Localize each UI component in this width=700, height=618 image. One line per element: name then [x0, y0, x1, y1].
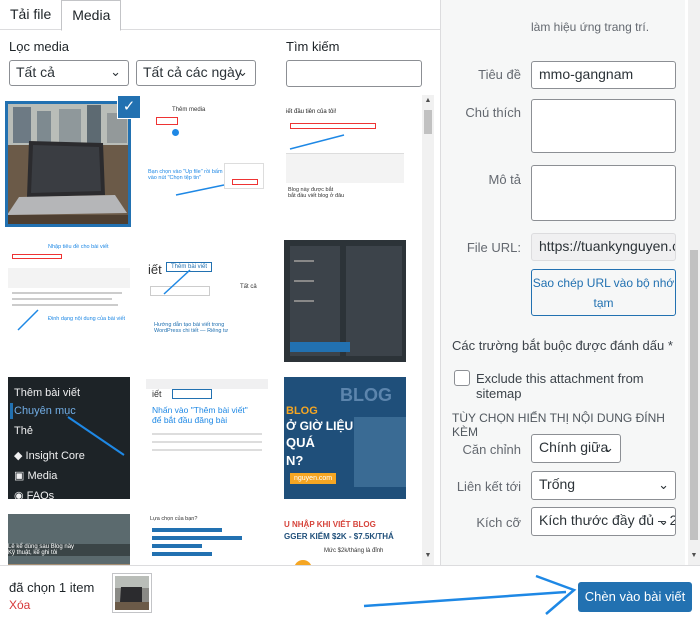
media-item-screenshot-add-post[interactable]: iết Nhấn vào "Thêm bài viết" để bắt đầu đ… [146, 377, 268, 499]
laptop-photo [7, 103, 129, 225]
media-item-screenshot-posts-list[interactable]: iết Thêm bài viết Tất cả Hướng dẫn tạo b… [146, 240, 268, 362]
description-field[interactable] [531, 165, 676, 221]
media-type-value: Tất cả [16, 64, 55, 80]
thumb-text: BLOG [340, 385, 392, 405]
thumb-text: Lê kể dùng sau Blog này Kỹ thuật, kể ghi … [8, 544, 130, 556]
arrow-icon [67, 416, 125, 456]
media-item-laptop-selected[interactable] [5, 101, 131, 227]
media-item-screenshot-new-post[interactable]: Nhập tiêu đề cho bài viết Đinh dạng nội … [8, 240, 130, 362]
alignment-select[interactable]: Chính giữa ⌄ [531, 434, 621, 463]
search-input[interactable] [286, 60, 422, 87]
media-item-screenshot-editor[interactable]: iết đầu tiên của tôi! Blog này được bắt b… [284, 103, 406, 225]
thumb-line [294, 260, 314, 262]
media-item-screenshot-admin-menu[interactable]: Thêm bài viết Chuyên mục Thẻ ◆ Insight C… [8, 377, 130, 499]
thumb-line [152, 449, 262, 451]
caption-label: Chú thích [465, 105, 521, 120]
thumb-text: Mức $2k/tháng là đỉnh [324, 548, 384, 554]
date-filter-value: Tất cả các ngày [143, 64, 242, 80]
media-grid: ✓ Thêm media Bạn chọn vào "Up file" rồi … [0, 95, 420, 565]
file-url-field[interactable]: https://tuankynguyen.com/wp-content/uplo… [531, 233, 676, 261]
media-modal-tabs: Tải file Media [0, 0, 440, 31]
size-label: Kích cỡ [476, 515, 521, 530]
arrow-icon [363, 574, 577, 615]
exclude-sitemap-checkbox[interactable] [454, 370, 470, 386]
search-label: Tìm kiếm [286, 39, 340, 54]
file-url-label: File URL: [466, 240, 521, 255]
alt-text-help: làm hiệu ứng trang trí. [531, 20, 650, 34]
thumb-line [152, 433, 262, 435]
required-fields-note: Các trường bắt buộc được đánh dấu * [452, 338, 673, 353]
alignment-value: Chính giữa [539, 439, 609, 455]
thumb-toolbar [146, 379, 268, 389]
thumb-bar [152, 528, 222, 532]
scroll-up-icon[interactable]: ▲ [422, 97, 434, 104]
thumb-text: GGER KIẾM $2K - $7.5K/THÁ [284, 532, 394, 541]
size-value: Kích thước đầy đủ – 2560 × 1707 [539, 512, 675, 528]
media-item-screenshot-post-settings[interactable] [284, 240, 406, 362]
thumb-line [294, 300, 314, 302]
link-to-value: Trống [539, 476, 576, 492]
exclude-sitemap-label: Exclude this attachment from sitemap [476, 371, 644, 401]
scroll-down-icon[interactable]: ▼ [422, 552, 434, 559]
chevron-down-icon: ⌄ [658, 513, 669, 528]
arrow-icon [163, 269, 191, 295]
size-select[interactable]: Kích thước đầy đủ – 2560 × 1707 ⌄ [531, 507, 676, 536]
thumb-text: QUÁ [286, 435, 315, 450]
tab-media-library[interactable]: Media [61, 0, 122, 31]
grid-scrollbar[interactable] [422, 95, 434, 565]
arrow-icon [175, 184, 225, 196]
media-item-screenshot-poll[interactable]: Lựa chọn của bạn? [146, 514, 268, 565]
description-label: Mô tả [488, 172, 521, 187]
chevron-down-icon: ⌄ [603, 440, 614, 455]
thumb-bar [152, 544, 202, 548]
desk-photo [8, 514, 130, 565]
chevron-down-icon: ⌄ [110, 64, 121, 79]
thumb-panel [354, 417, 406, 487]
thumb-text: N? [286, 453, 304, 468]
grid-scrollbar-thumb[interactable] [424, 110, 432, 134]
thumb-bar [152, 536, 242, 540]
alignment-label: Căn chỉnh [462, 442, 521, 457]
media-modal-toolbar: đã chọn 1 item Xóa Chèn vào bài viết [0, 565, 700, 617]
attachment-details-panel: làm hiệu ứng trang trí. Tiêu đề mmo-gang… [440, 0, 685, 565]
title-label: Tiêu đề [478, 67, 521, 82]
insert-into-post-button[interactable]: Chèn vào bài viết [578, 582, 692, 612]
copy-url-button[interactable]: Sao chép URL vào bộ nhớ tạm [531, 269, 676, 316]
selected-check-icon[interactable]: ✓ [117, 95, 141, 119]
media-item-screenshot-add-media[interactable]: Thêm media Bạn chọn vào "Up file" rồi bấ… [146, 103, 268, 225]
thumb-line [152, 441, 262, 443]
selected-thumbnail[interactable] [112, 573, 152, 613]
link-to-select[interactable]: Trống ⌄ [531, 471, 676, 500]
date-filter-select[interactable]: Tất cả các ngày ⌄ [136, 60, 256, 86]
link-to-label: Liên kết tới [456, 479, 521, 494]
thumb-text: Lựa chọn của bạn? [150, 516, 198, 522]
media-item-photo-desk[interactable]: Lê kể dùng sau Blog này Kỹ thuật, kể ghi … [8, 514, 130, 565]
arrow-icon [17, 309, 39, 331]
laptop-thumbnail-photo [115, 576, 149, 610]
thumb-text: U NHẬP KHI VIẾT BLOG [284, 520, 376, 529]
thumb-bar [152, 552, 212, 556]
arrow-icon [289, 134, 345, 150]
thumb-text: nguyen.com [290, 473, 337, 484]
chevron-down-icon: ⌄ [237, 64, 248, 79]
scroll-down-icon[interactable]: ▼ [688, 552, 700, 559]
thumb-highlight [172, 389, 212, 399]
tab-upload[interactable]: Tải file [0, 0, 61, 30]
clear-selection-link[interactable]: Xóa [9, 598, 30, 612]
media-item-blog-banner[interactable]: BLOG BLOG Ở GIỜ LIỆU QUÁ N? nguyen.com [284, 377, 406, 499]
thumb-panel [346, 246, 402, 356]
media-type-select[interactable]: Tất cả ⌄ [9, 60, 129, 86]
title-field[interactable]: mmo-gangnam [531, 61, 676, 89]
filter-media-label: Lọc media [9, 39, 69, 54]
thumb-highlight [290, 342, 350, 352]
thumb-line [294, 280, 314, 282]
caption-field[interactable] [531, 99, 676, 153]
sidebar-scrollbar-thumb[interactable] [690, 250, 698, 540]
media-item-blog-income[interactable]: U NHẬP KHI VIẾT BLOG GGER KIẾM $2K - $7.… [284, 514, 406, 565]
thumb-text: Nhấn vào "Thêm bài viết" để bắt đầu đăng … [152, 405, 248, 425]
chevron-down-icon: ⌄ [658, 477, 669, 492]
thumb-text: Ở GIỜ LIỆU [286, 419, 354, 433]
selection-count: đã chọn 1 item [9, 580, 95, 595]
